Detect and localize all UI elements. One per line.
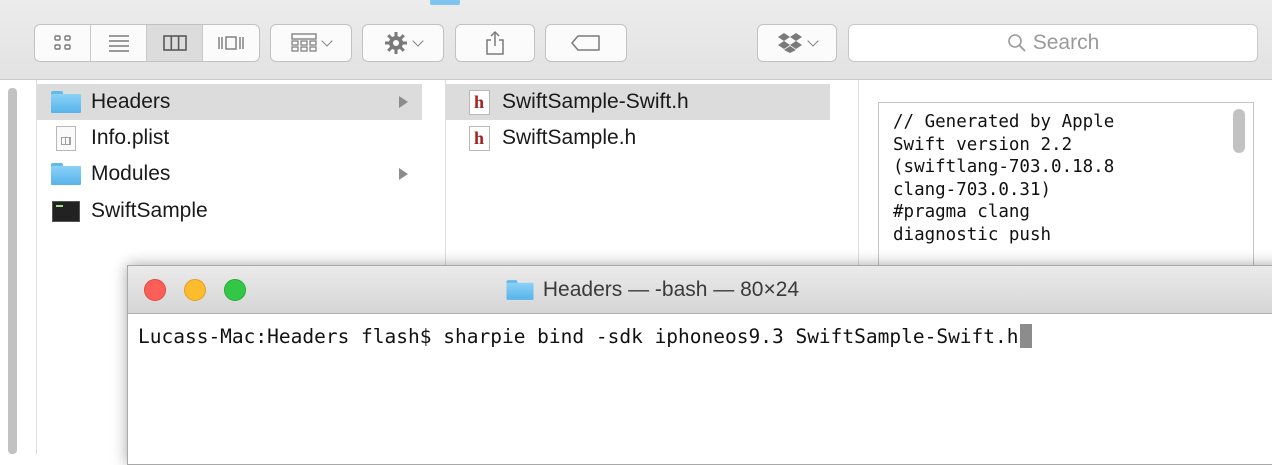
arrange-button[interactable] <box>270 24 352 62</box>
sidebar-scrollbar[interactable] <box>0 80 22 454</box>
terminal-title-bar[interactable]: Headers — -bash — 80×24 <box>128 266 1272 314</box>
tags-button[interactable] <box>545 24 627 62</box>
folder-icon <box>51 90 81 114</box>
terminal-content[interactable]: Lucass-Mac:Headers flash$ sharpie bind -… <box>128 314 1272 348</box>
columns-icon <box>162 35 187 51</box>
terminal-prompt: Lucass-Mac:Headers flash$ <box>138 324 444 348</box>
list-lines-icon <box>108 35 129 52</box>
action-button[interactable] <box>362 24 444 62</box>
terminal-title: Headers — -bash — 80×24 <box>128 266 1272 314</box>
column-item-headers[interactable]: Headers <box>37 84 422 120</box>
finder-toolbar: Search <box>0 0 1272 80</box>
column-item-swiftsample-swift-h[interactable]: h SwiftSample-Swift.h <box>446 84 830 120</box>
column-item-label: Modules <box>91 162 171 185</box>
chevron-down-icon <box>412 34 424 47</box>
column-item-label: SwiftSample <box>91 199 208 222</box>
search-icon <box>1007 34 1026 52</box>
disclosure-arrow-icon <box>399 96 408 108</box>
gear-icon <box>385 32 407 54</box>
dropbox-icon <box>778 33 802 53</box>
arrange-grid-icon <box>291 33 317 52</box>
folder-icon <box>51 162 81 186</box>
text-cursor <box>1019 324 1032 348</box>
search-placeholder: Search <box>1032 31 1100 54</box>
preview-text: // Generated by Apple Swift version 2.2 … <box>893 112 1115 245</box>
share-button[interactable] <box>455 24 535 62</box>
column-item-label: Headers <box>91 90 171 113</box>
plist-file-icon <box>51 125 81 151</box>
view-mode-segmented-control <box>34 24 260 62</box>
terminal-title-label: Headers — -bash — 80×24 <box>542 278 800 301</box>
icon-view-button[interactable] <box>35 25 91 61</box>
search-field[interactable]: Search <box>848 24 1258 62</box>
terminal-window[interactable]: Headers — -bash — 80×24 Lucass-Mac:Heade… <box>127 265 1272 465</box>
dropbox-button[interactable] <box>757 24 837 62</box>
cover-flow-icon <box>218 36 244 50</box>
window-title-folder-icon <box>430 0 460 5</box>
cover-flow-view-button[interactable] <box>203 25 259 61</box>
executable-icon <box>51 199 81 223</box>
icon-grid-icon <box>53 35 71 50</box>
tag-icon <box>571 35 600 51</box>
chevron-down-icon <box>321 34 333 47</box>
column-item-label: SwiftSample.h <box>502 126 637 149</box>
column-item-swiftsample-h[interactable]: h SwiftSample.h <box>446 120 830 156</box>
sidebar-scroll-knob[interactable] <box>8 88 17 454</box>
chevron-down-icon <box>807 34 819 47</box>
column-item-swiftsample[interactable]: SwiftSample <box>37 193 422 229</box>
terminal-command: sharpie bind -sdk iphoneos9.3 SwiftSampl… <box>443 324 1019 348</box>
disclosure-arrow-icon <box>399 168 408 180</box>
column-view-button[interactable] <box>147 25 203 61</box>
list-view-button[interactable] <box>91 25 147 61</box>
column-item-modules[interactable]: Modules <box>37 156 422 192</box>
header-file-icon: h <box>464 125 494 151</box>
preview-scrollbar[interactable] <box>1233 109 1245 153</box>
share-icon <box>486 30 504 55</box>
column-item-label: Info.plist <box>91 126 170 149</box>
column-item-label: SwiftSample-Swift.h <box>502 90 689 113</box>
header-file-icon: h <box>464 89 494 115</box>
folder-icon <box>506 280 534 300</box>
column-item-info-plist[interactable]: Info.plist <box>37 120 422 156</box>
